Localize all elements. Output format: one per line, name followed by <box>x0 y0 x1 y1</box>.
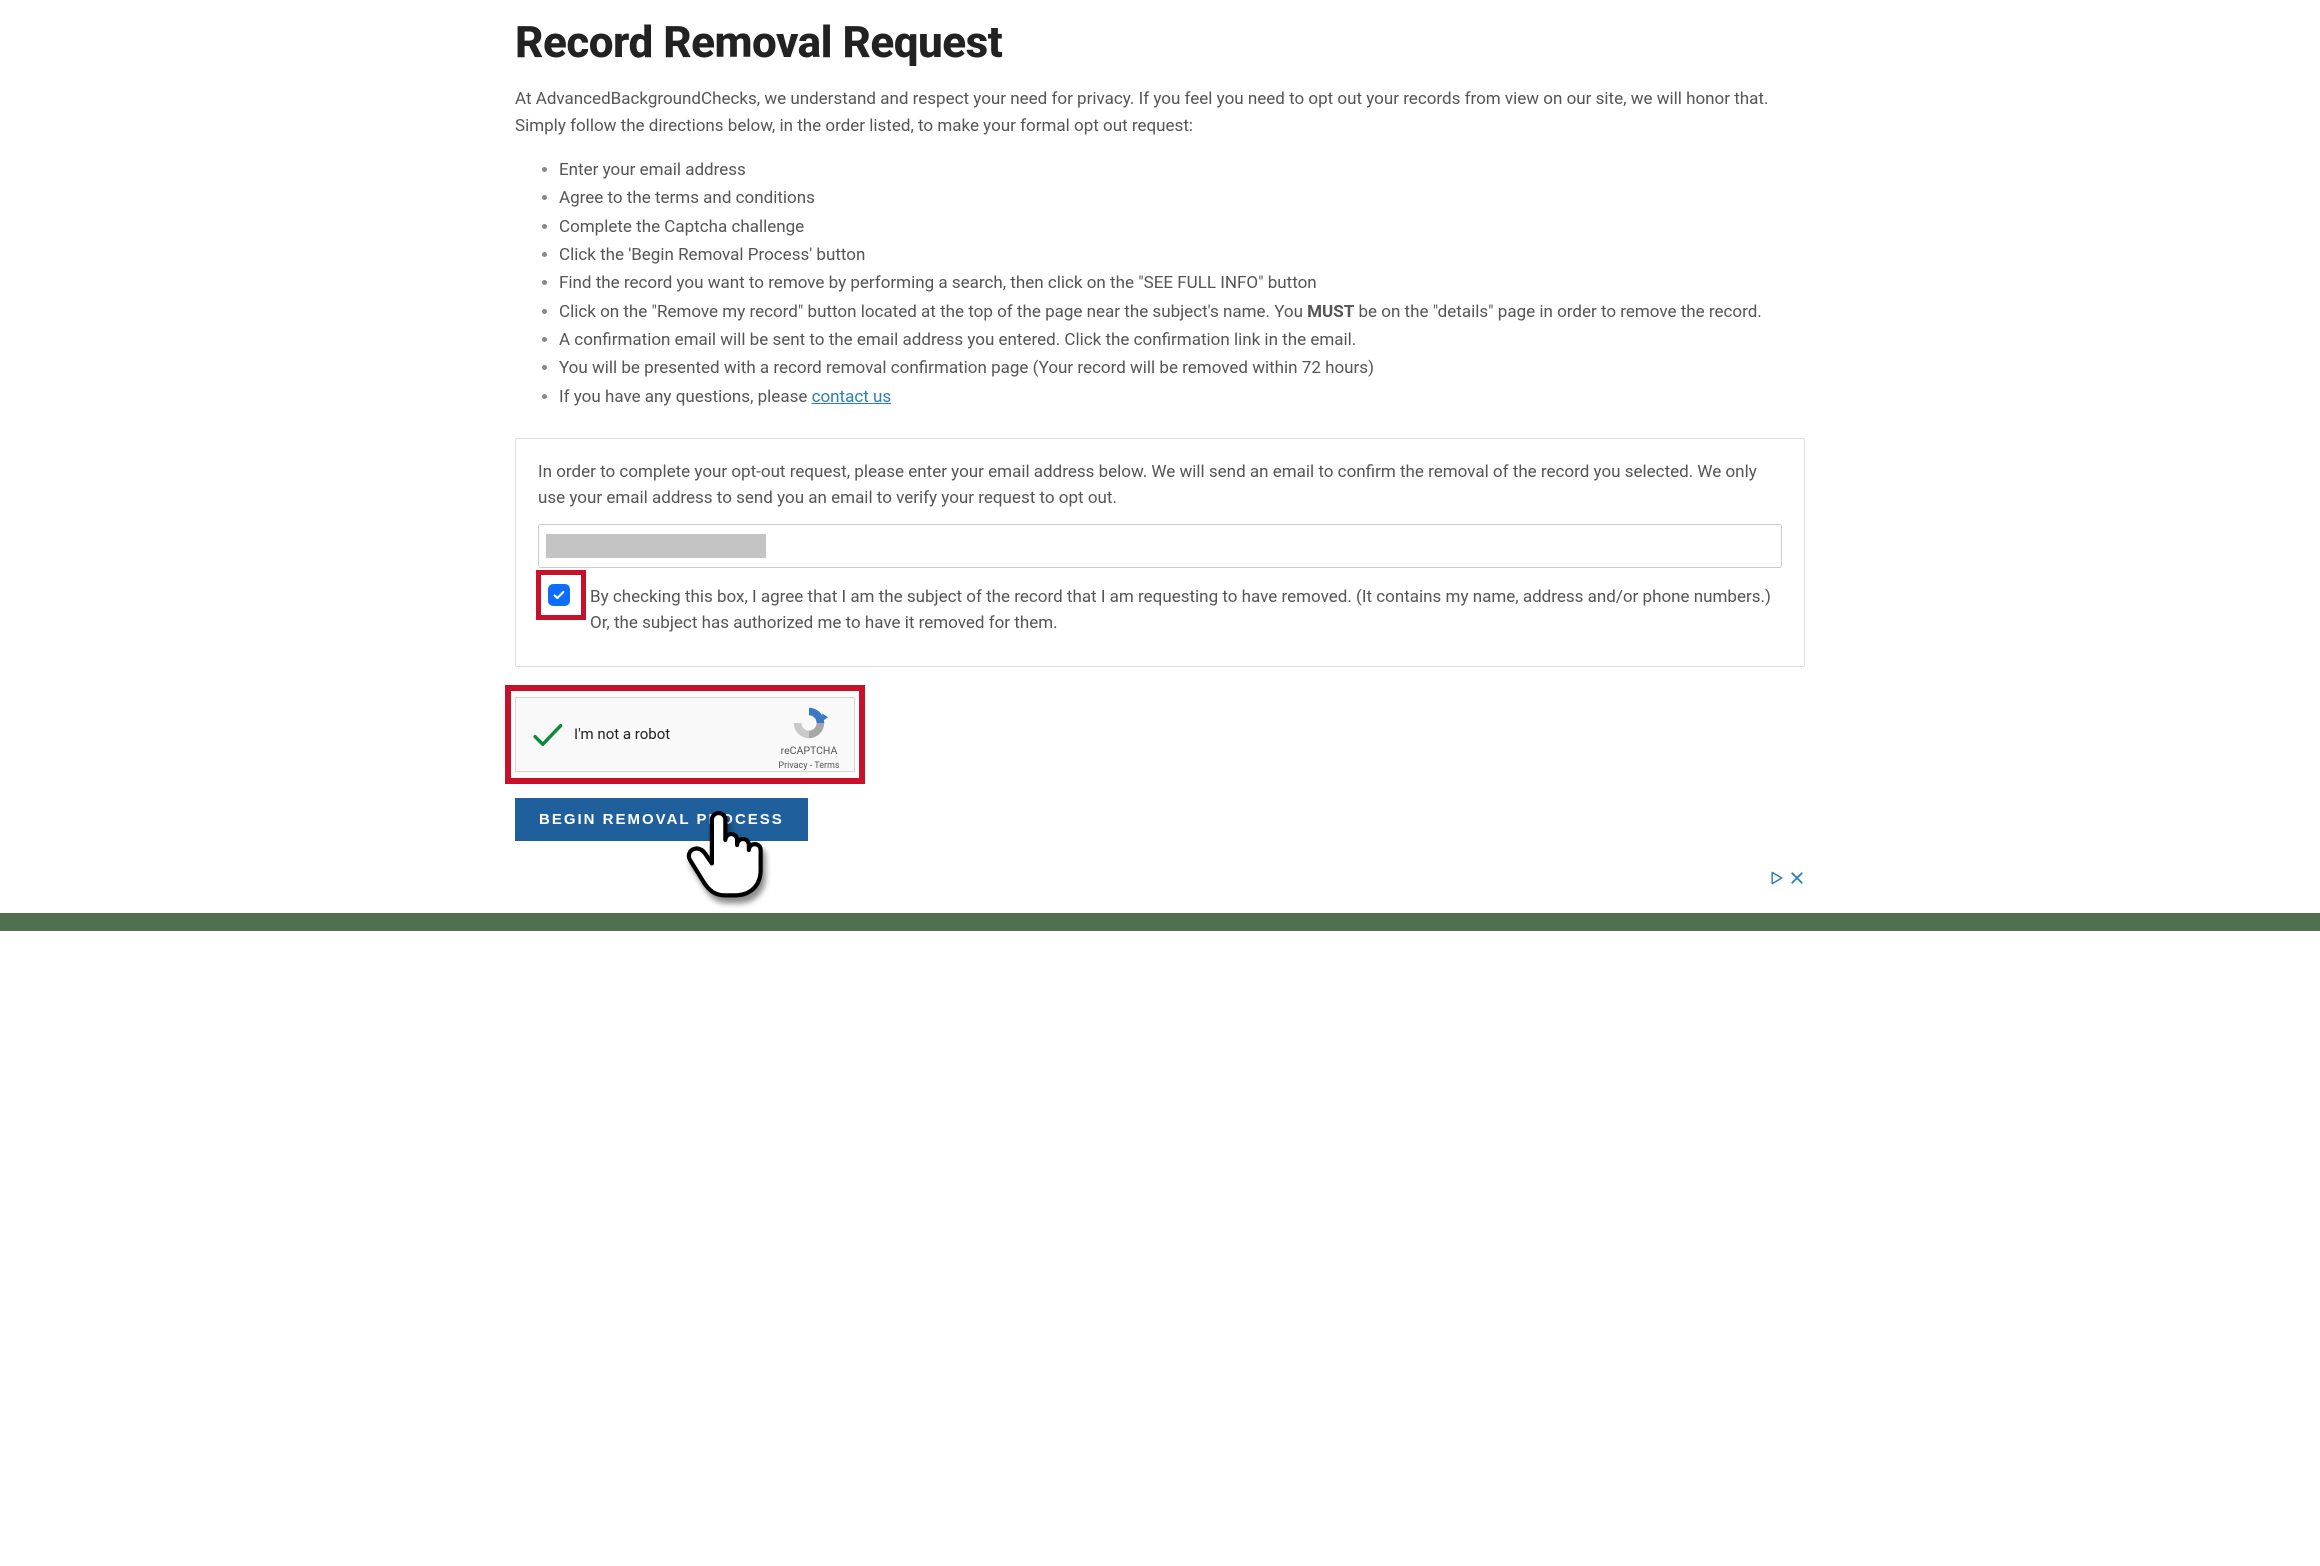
step-item: If you have any questions, please contac… <box>559 384 1805 410</box>
step-text: Click on the "Remove my record" button l… <box>559 302 1307 322</box>
begin-area: BEGIN REMOVAL PROCESS <box>515 798 1805 841</box>
page-title: Record Removal Request <box>515 8 1805 76</box>
captcha-check-icon <box>530 718 564 752</box>
check-icon <box>552 588 566 602</box>
begin-removal-button[interactable]: BEGIN REMOVAL PROCESS <box>515 798 808 841</box>
redacted-value <box>546 534 766 558</box>
steps-list: Enter your email address Agree to the te… <box>515 157 1805 410</box>
step-item: A confirmation email will be sent to the… <box>559 327 1805 353</box>
intro-text: At AdvancedBackgroundChecks, we understa… <box>515 86 1805 139</box>
footer-bar <box>0 913 2320 931</box>
captcha-label: I'm not a robot <box>574 723 670 746</box>
captcha-branding: reCAPTCHA Privacy - Terms <box>774 704 844 773</box>
step-item: Click the 'Begin Removal Process' button <box>559 242 1805 268</box>
step-item: You will be presented with a record remo… <box>559 355 1805 381</box>
captcha-brand: reCAPTCHA <box>774 743 844 759</box>
contact-us-link[interactable]: contact us <box>812 387 892 407</box>
captcha-privacy-link[interactable]: Privacy <box>778 761 807 771</box>
step-item: Complete the Captcha challenge <box>559 214 1805 240</box>
consent-text: By checking this box, I agree that I am … <box>590 587 1771 633</box>
form-intro: In order to complete your opt-out reques… <box>538 459 1782 512</box>
step-emphasis: MUST <box>1307 302 1354 322</box>
recaptcha-logo-icon <box>790 704 828 742</box>
step-item: Agree to the terms and conditions <box>559 185 1805 211</box>
ad-controls <box>1769 870 1805 893</box>
consent-checkbox[interactable] <box>548 584 570 606</box>
step-item: Find the record you want to remove by pe… <box>559 270 1805 296</box>
captcha-widget[interactable]: I'm not a robot reCAPTCHA Privacy - Term… <box>515 697 855 772</box>
close-ad-icon[interactable] <box>1789 870 1805 893</box>
step-text: If you have any questions, please <box>559 387 812 407</box>
adchoices-icon[interactable] <box>1769 870 1785 893</box>
step-item: Enter your email address <box>559 157 1805 183</box>
step-item: Click on the "Remove my record" button l… <box>559 299 1805 325</box>
step-text: be on the "details" page in order to rem… <box>1354 302 1762 322</box>
consent-row: By checking this box, I agree that I am … <box>538 584 1782 637</box>
captcha-terms-link[interactable]: Terms <box>814 761 839 771</box>
optout-form: In order to complete your opt-out reques… <box>515 438 1805 667</box>
